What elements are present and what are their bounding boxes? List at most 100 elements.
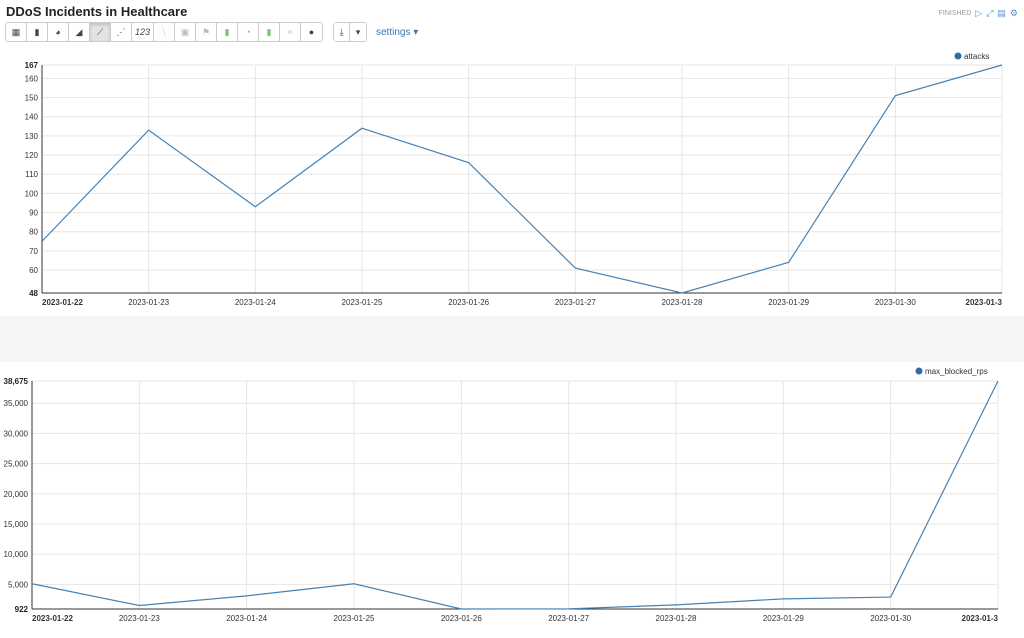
y-max-label: 38,675 <box>4 377 29 386</box>
y-tick-label: 140 <box>25 113 39 122</box>
max-blocked-rps-chart-panel: 5,000 10,000 15,000 20,000 25,000 30,000 35,00… <box>0 362 1018 633</box>
y-tick-label: 15,000 <box>4 520 29 529</box>
settings-label: settings <box>376 26 411 38</box>
y-tick-label: 5,000 <box>8 580 29 589</box>
y-tick-label: 130 <box>25 132 39 141</box>
data-point <box>675 603 678 606</box>
legend-marker <box>915 367 923 375</box>
y-min-label: 48 <box>29 289 38 298</box>
x-tick-label: 2023-01-27 <box>555 298 596 307</box>
globe-icon[interactable]: ● <box>301 23 322 41</box>
x-tick-label: 2023-01-27 <box>548 614 589 623</box>
y-tick-label: 80 <box>29 228 38 237</box>
data-point <box>41 240 44 243</box>
line-chart-icon[interactable]: ⟋ <box>90 23 111 41</box>
attacks-chart-panel: 60 70 80 90 100 110 120 130 140 150 160 167 48 2023-0… <box>0 46 1018 316</box>
y-tick-label: 70 <box>29 247 38 256</box>
x-tick-label: 2023-01-22 <box>32 614 73 623</box>
bar-chart-icon[interactable]: ▮ <box>27 23 48 41</box>
chart-type-group: ▦ ▮ ◕ ◢ ⟋ ⋰ 123 ⧹ ▣ ⚑ ▮ ◔ ▮ ≈ ● <box>5 22 323 42</box>
data-point <box>787 261 790 264</box>
expand-icon[interactable]: ⤢ <box>986 8 993 19</box>
series-line <box>41 64 1003 294</box>
y-tick-label: 25,000 <box>4 460 29 469</box>
y-tick-label: 150 <box>25 94 39 103</box>
funnel-icon[interactable]: ⧹ <box>154 23 175 41</box>
y-tick-label: 120 <box>25 151 39 160</box>
donut-chart-icon[interactable]: ◔ <box>238 23 259 41</box>
x-tick-label: 2023-01-30 <box>875 298 916 307</box>
y-tick-label: 20,000 <box>4 490 29 499</box>
y-max-label: 167 <box>25 61 39 70</box>
pie-chart-icon[interactable]: ◕ <box>48 23 69 41</box>
x-tick-label: 2023-01-28 <box>656 614 697 623</box>
x-tick-label: 2023-01-29 <box>763 614 804 623</box>
column-chart-icon[interactable]: ▮ <box>217 23 238 41</box>
x-tick-label: 2023-01-23 <box>119 614 160 623</box>
area-chart-icon[interactable]: ◢ <box>69 23 90 41</box>
data-point <box>138 604 141 607</box>
data-point <box>889 596 892 599</box>
trend-icon[interactable]: ≈ <box>280 23 301 41</box>
data-point <box>31 582 34 585</box>
flag-icon[interactable]: ⚑ <box>196 23 217 41</box>
data-point <box>245 594 248 597</box>
paragraph-separator <box>0 316 1024 362</box>
data-point <box>361 127 364 130</box>
run-icon[interactable]: ▷ <box>975 8 982 19</box>
x-tick-label: 2023-01-25 <box>334 614 375 623</box>
data-point <box>460 608 463 611</box>
y-tick-label: 60 <box>29 266 38 275</box>
data-point <box>894 94 897 97</box>
x-tick-label: 2023-01-24 <box>226 614 267 623</box>
legend-label: max_blocked_rps <box>925 367 988 376</box>
data-point <box>147 129 150 132</box>
data-point <box>574 267 577 270</box>
status-text: FINISHED <box>938 10 972 17</box>
data-point <box>1001 64 1004 67</box>
x-tick-label: 2023-01-25 <box>342 298 383 307</box>
scatter-chart-icon[interactable]: ⋰ <box>111 23 132 41</box>
data-point <box>467 161 470 164</box>
x-tick-label: 2023-01-28 <box>662 298 703 307</box>
data-point <box>782 597 785 600</box>
map-icon[interactable]: ▣ <box>175 23 196 41</box>
data-point <box>681 292 684 295</box>
table-view-icon[interactable]: ▤ <box>997 8 1006 19</box>
max-blocked-rps-line-chart: 5,000 10,000 15,000 20,000 25,000 30,000 35,00… <box>4 367 1000 623</box>
y-tick-label: 160 <box>25 74 39 83</box>
table-icon[interactable]: ▦ <box>6 23 27 41</box>
legend-label: attacks <box>964 52 989 61</box>
x-tick-label: 2023-01-24 <box>235 298 276 307</box>
data-point <box>567 607 570 610</box>
data-point <box>997 380 1000 383</box>
data-point <box>254 205 257 208</box>
settings-dropdown[interactable]: settings ▾ <box>376 27 418 38</box>
chevron-down-icon[interactable]: ▾ <box>350 23 366 41</box>
paragraph-status: FINISHED ▷ ⤢ ▤ ⚙ <box>939 8 1018 19</box>
download-icon[interactable]: ⤓ <box>334 23 350 41</box>
stacked-bar-icon[interactable]: ▮ <box>259 23 280 41</box>
x-tick-label: 2023-01-26 <box>441 614 482 623</box>
x-tick-label: 2023-01-23 <box>128 298 169 307</box>
download-group: ⤓ ▾ <box>333 22 367 42</box>
y-tick-label: 100 <box>25 189 39 198</box>
y-tick-label: 35,000 <box>4 399 29 408</box>
x-tick-label: 2023-01-29 <box>768 298 809 307</box>
attacks-line-chart: 60 70 80 90 100 110 120 130 140 150 160 167 48 2023-0… <box>25 52 1004 307</box>
y-tick-label: 30,000 <box>4 429 29 438</box>
x-tick-label: 2023-01-3 <box>962 614 999 623</box>
page-title: DDoS Incidents in Healthcare <box>6 4 188 19</box>
y-tick-label: 110 <box>25 170 38 179</box>
legend-marker <box>954 52 962 60</box>
x-tick-label: 2023-01-22 <box>42 298 83 307</box>
y-tick-label: 10,000 <box>4 550 29 559</box>
y-min-label: 922 <box>15 605 29 614</box>
y-tick-label: 90 <box>29 209 38 218</box>
visualization-toolbar: ▦ ▮ ◕ ◢ ⟋ ⋰ 123 ⧹ ▣ ⚑ ▮ ◔ ▮ ≈ ● ⤓ ▾ sett… <box>5 22 418 42</box>
series-line <box>31 380 999 610</box>
x-tick-label: 2023-01-3 <box>966 298 1003 307</box>
gear-icon[interactable]: ⚙ <box>1010 8 1018 19</box>
x-tick-label: 2023-01-26 <box>448 298 489 307</box>
number-display-button[interactable]: 123 <box>132 23 154 41</box>
